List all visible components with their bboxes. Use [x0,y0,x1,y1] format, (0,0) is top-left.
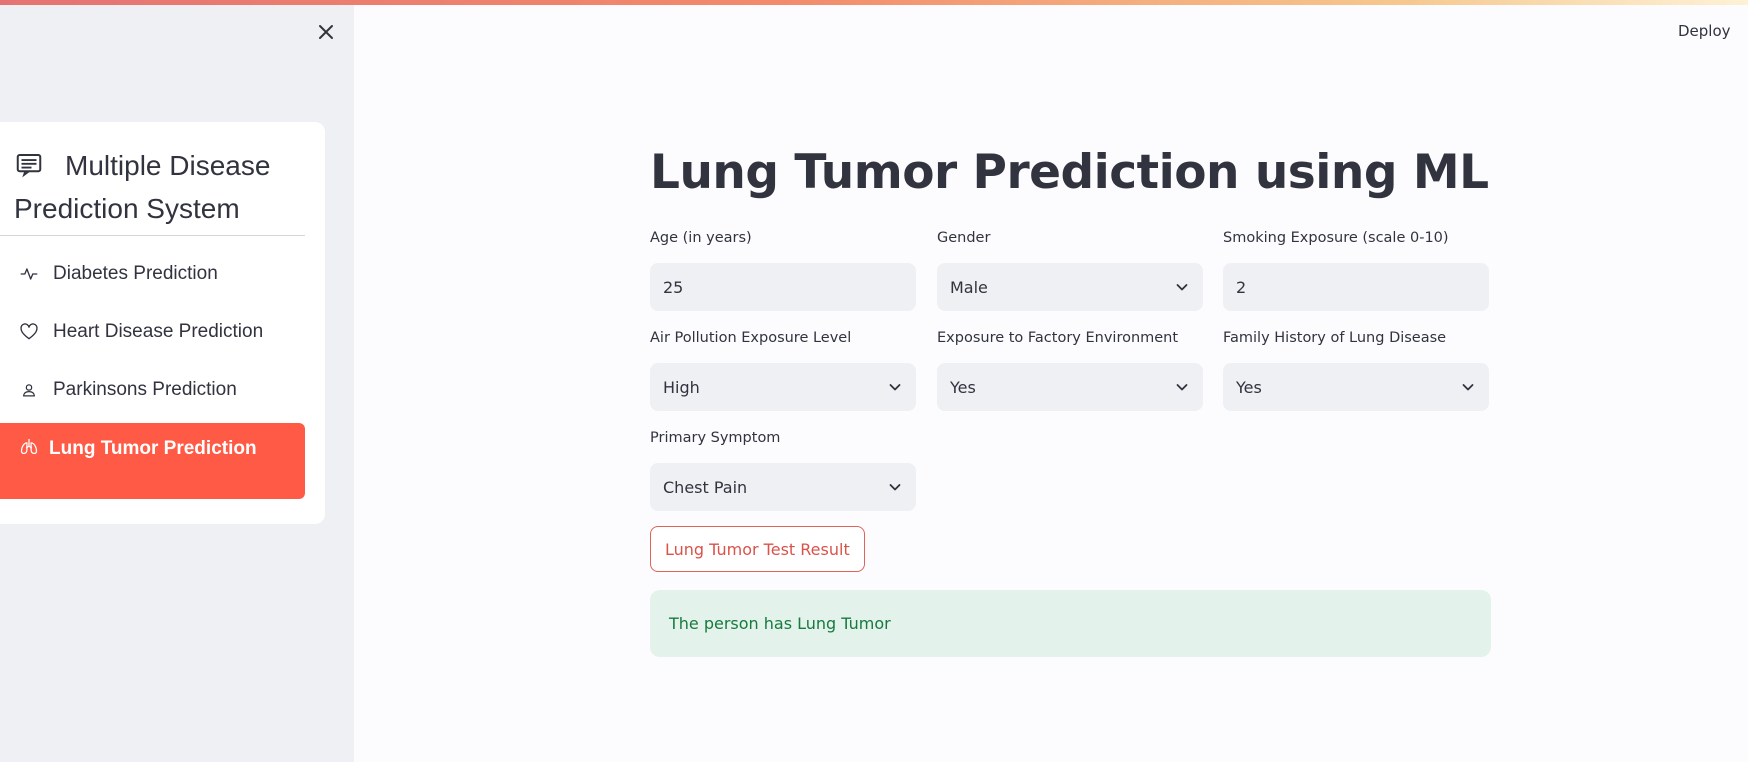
age-label: Age (in years) [650,230,752,246]
factory-value: Yes [950,377,976,397]
sidebar-item-label: Lung Tumor Prediction [49,438,257,459]
option-menu: Multiple Disease Prediction System Diabe… [0,122,325,524]
age-input-box[interactable] [650,263,916,311]
deploy-button[interactable]: Deploy [1678,22,1731,40]
smoking-input[interactable] [1236,277,1476,297]
symptom-value: Chest Pain [663,477,748,497]
age-input[interactable] [663,277,903,297]
factory-label: Exposure to Factory Environment [937,330,1179,346]
sidebar-item-label: Diabetes Prediction [53,263,218,284]
sidebar-item-label: Parkinsons Prediction [53,379,237,400]
sidebar-item-lung-tumor[interactable]: Lung Tumor Prediction [0,423,305,499]
family-history-value: Yes [1236,377,1262,397]
air-pollution-field: Air Pollution Exposure Level High [650,327,916,411]
age-field: Age (in years) [650,227,916,311]
chevron-down-icon [1176,384,1188,391]
lungs-icon [20,438,38,455]
person-icon [22,384,36,397]
close-icon[interactable] [314,20,338,44]
sidebar-item-diabetes[interactable]: Diabetes Prediction [0,248,305,300]
result-alert: The person has Lung Tumor [650,590,1491,657]
gender-field: Gender Male [937,227,1203,311]
menu-title: Multiple Disease Prediction System [14,150,271,224]
symptom-field: Primary Symptom Chest Pain [650,427,916,511]
menu-divider [0,235,305,236]
sidebar-item-parkinsons[interactable]: Parkinsons Prediction [0,364,305,416]
smoking-field: Smoking Exposure (scale 0-10) [1223,227,1489,311]
chevron-down-icon [1176,284,1188,291]
factory-field: Exposure to Factory Environment Yes [937,327,1203,411]
document-list-icon [16,154,42,178]
result-text: The person has Lung Tumor [669,614,891,633]
symptom-label: Primary Symptom [650,430,781,446]
chevron-down-icon [889,484,901,491]
air-pollution-label: Air Pollution Exposure Level [650,330,852,346]
family-history-select[interactable]: Yes [1223,363,1489,411]
sidebar: Multiple Disease Prediction System Diabe… [0,0,354,762]
air-pollution-select[interactable]: High [650,363,916,411]
activity-icon [20,268,38,280]
test-result-button[interactable]: Lung Tumor Test Result [650,526,865,572]
sidebar-item-label: Heart Disease Prediction [53,321,264,342]
heart-icon [20,323,38,340]
menu-header: Multiple Disease Prediction System [14,144,314,230]
symptom-select[interactable]: Chest Pain [650,463,916,511]
family-history-label: Family History of Lung Disease [1223,330,1447,346]
air-pollution-value: High [663,377,700,397]
smoking-label: Smoking Exposure (scale 0-10) [1223,230,1449,246]
gender-label: Gender [937,230,991,246]
top-decoration-stripe [0,0,1748,5]
page-title: Lung Tumor Prediction using ML [650,145,1489,200]
family-history-field: Family History of Lung Disease Yes [1223,327,1489,411]
factory-select[interactable]: Yes [937,363,1203,411]
chevron-down-icon [1462,384,1474,391]
smoking-input-box[interactable] [1223,263,1489,311]
gender-select[interactable]: Male [937,263,1203,311]
gender-value: Male [950,277,988,297]
chevron-down-icon [889,384,901,391]
sidebar-item-heart-disease[interactable]: Heart Disease Prediction [0,306,305,358]
